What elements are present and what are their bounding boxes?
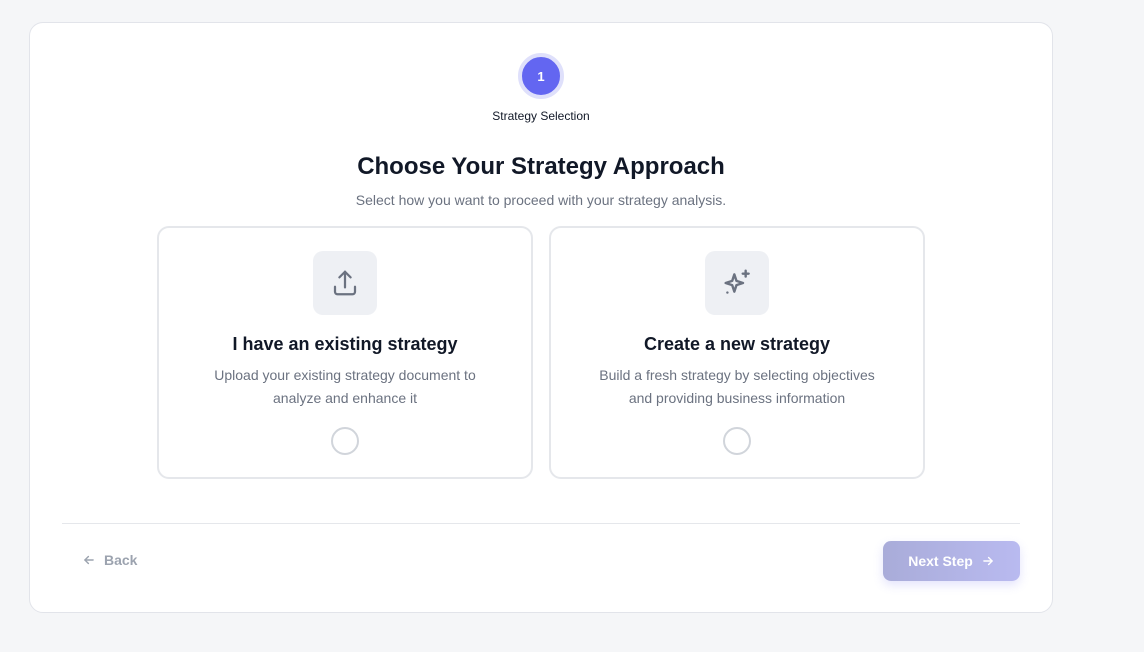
- option-description: Build a fresh strategy by selecting obje…: [599, 367, 875, 406]
- option-title: Create a new strategy: [643, 334, 831, 354]
- arrow-left-icon: [82, 553, 96, 567]
- sparkles-icon: [721, 267, 753, 299]
- back-button-label: Back: [104, 552, 138, 568]
- step-label: Strategy Selection: [492, 109, 590, 123]
- option-description: Upload your existing strategy document t…: [214, 367, 476, 406]
- back-button[interactable]: Back: [82, 547, 137, 573]
- option-icon-container: [313, 251, 377, 315]
- option-existing-strategy[interactable]: I have an existing strategy Upload your …: [157, 226, 533, 479]
- step-indicator-1: 1: [518, 53, 564, 99]
- option-title: I have an existing strategy: [232, 334, 458, 354]
- arrow-right-icon: [981, 554, 995, 568]
- next-step-label: Next Step: [908, 553, 973, 569]
- page-subtitle: Select how you want to proceed with your…: [355, 192, 727, 208]
- next-step-button[interactable]: Next Step: [883, 541, 1020, 581]
- option-new-strategy[interactable]: Create a new strategy Build a fresh stra…: [549, 226, 925, 479]
- stepper: 1 Strategy Selection: [30, 53, 1052, 123]
- page-title: Choose Your Strategy Approach: [357, 153, 725, 180]
- strategy-wizard-card: 1 Strategy Selection Choose Your Strateg…: [29, 22, 1053, 613]
- upload-icon: [330, 268, 360, 298]
- option-radio-existing[interactable]: [331, 427, 359, 455]
- option-icon-container: [705, 251, 769, 315]
- step-number: 1: [537, 68, 545, 84]
- option-radio-new[interactable]: [723, 427, 751, 455]
- footer-divider: [62, 523, 1020, 524]
